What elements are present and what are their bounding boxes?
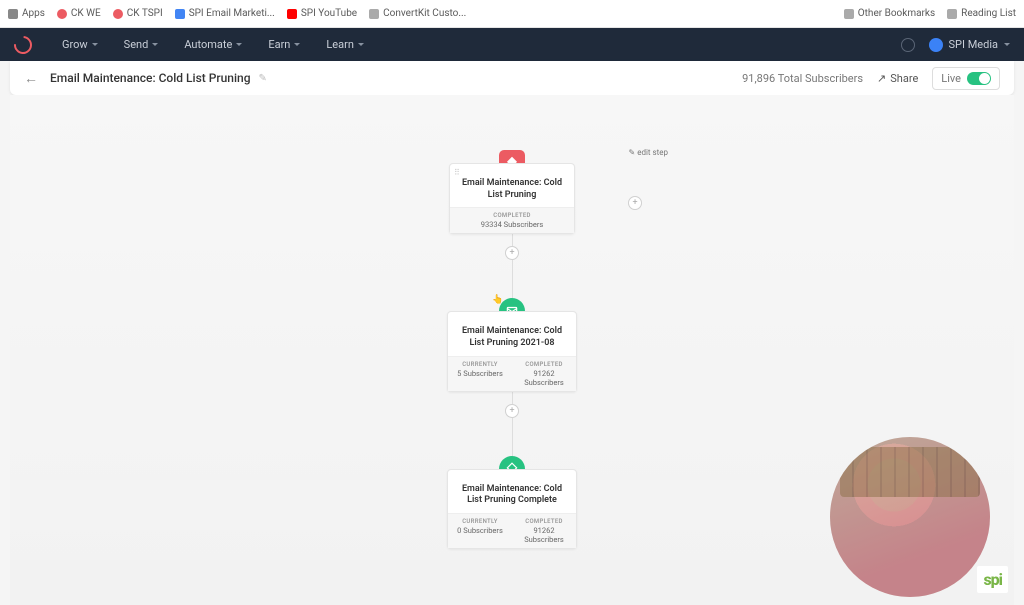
bookmark-spi-email[interactable]: SPI Email Marketi... xyxy=(175,8,275,19)
node-card[interactable]: ⠿ Email Maintenance: Cold List Pruning C… xyxy=(449,163,575,234)
total-subscribers: 91,896 Total Subscribers xyxy=(742,72,863,85)
bookmark-convertkit[interactable]: ConvertKit Custo... xyxy=(369,8,466,19)
apps-icon xyxy=(8,9,18,19)
live-label: Live xyxy=(941,72,961,85)
nav-send[interactable]: Send xyxy=(124,38,159,51)
nav-label: Automate xyxy=(184,38,232,51)
folder-icon xyxy=(844,9,854,19)
bookmark-left-group: Apps CK WE CK TSPI SPI Email Marketi... … xyxy=(8,8,844,19)
stat-value: 91262 Subscribers xyxy=(514,526,574,544)
nav-earn[interactable]: Earn xyxy=(268,38,300,51)
nav-learn[interactable]: Learn xyxy=(326,38,364,51)
stat-value: 93334 Subscribers xyxy=(452,220,572,229)
flow-connector xyxy=(512,418,513,456)
bookmark-apps[interactable]: Apps xyxy=(8,8,45,19)
drag-handle-icon[interactable]: ⠿ xyxy=(454,168,460,177)
bookmark-label: CK TSPI xyxy=(127,8,163,19)
nav-right: SPI Media xyxy=(901,38,1011,52)
user-name: SPI Media xyxy=(949,38,999,51)
add-step-button[interactable]: + xyxy=(505,246,519,260)
share-button[interactable]: ↗ Share xyxy=(877,72,918,85)
nav-grow[interactable]: Grow xyxy=(62,38,98,51)
stat-label: CURRENTLY xyxy=(450,361,510,368)
list-icon xyxy=(947,9,957,19)
bookmark-label: ConvertKit Custo... xyxy=(383,8,466,19)
add-step-button[interactable]: + xyxy=(505,404,519,418)
share-icon: ↗ xyxy=(877,72,886,85)
main-nav: Grow Send Automate Earn Learn SPI Media xyxy=(0,28,1024,61)
nav-label: Grow xyxy=(62,38,88,51)
live-toggle[interactable]: Live xyxy=(932,67,1000,90)
background-shelf xyxy=(840,447,980,497)
chevron-down-icon xyxy=(1004,43,1010,46)
chevron-down-icon xyxy=(236,43,242,46)
chevron-down-icon xyxy=(152,43,158,46)
flow-node-sequence[interactable]: Email Maintenance: Cold List Pruning 202… xyxy=(412,298,612,391)
user-avatar-icon xyxy=(929,38,943,52)
edit-step-label: edit step xyxy=(637,148,668,157)
help-icon[interactable] xyxy=(901,38,915,52)
chevron-down-icon xyxy=(92,43,98,46)
chevron-down-icon xyxy=(358,43,364,46)
automation-flow: ✎ edit step ⠿ Email Maintenance: Cold Li… xyxy=(412,150,612,549)
ck-icon xyxy=(57,9,67,19)
page-header: ← Email Maintenance: Cold List Pruning ✎… xyxy=(10,61,1014,95)
edit-title-icon[interactable]: ✎ xyxy=(259,73,267,84)
bookmark-spi-youtube[interactable]: SPI YouTube xyxy=(287,8,357,19)
nav-items: Grow Send Automate Earn Learn xyxy=(62,38,364,51)
presenter-webcam xyxy=(830,437,990,597)
stat-label: CURRENTLY xyxy=(450,518,510,525)
add-step-side-button[interactable]: + xyxy=(628,196,642,210)
bookmark-label: SPI Email Marketi... xyxy=(189,8,275,19)
bookmark-other[interactable]: Other Bookmarks xyxy=(844,8,935,19)
stat-label: COMPLETED xyxy=(514,361,574,368)
node-title: Email Maintenance: Cold List Pruning xyxy=(450,164,574,207)
stat-label: COMPLETED xyxy=(452,212,572,219)
flow-node-tag[interactable]: Email Maintenance: Cold List Pruning Com… xyxy=(412,456,612,549)
user-menu[interactable]: SPI Media xyxy=(929,38,1011,52)
doc-icon xyxy=(175,9,185,19)
node-title: Email Maintenance: Cold List Pruning Com… xyxy=(448,470,576,513)
bookmark-label: Other Bookmarks xyxy=(858,8,935,19)
ck-icon xyxy=(113,9,123,19)
edit-step-button[interactable]: ✎ edit step xyxy=(629,148,668,157)
flow-connector xyxy=(512,234,513,246)
bookmark-right-group: Other Bookmarks Reading List xyxy=(844,8,1016,19)
nav-label: Learn xyxy=(326,38,354,51)
chevron-down-icon xyxy=(294,43,300,46)
back-arrow-icon[interactable]: ← xyxy=(24,70,40,87)
automation-canvas[interactable]: ✎ edit step ⠿ Email Maintenance: Cold Li… xyxy=(10,95,1014,605)
flow-node-trigger[interactable]: ✎ edit step ⠿ Email Maintenance: Cold Li… xyxy=(412,150,612,234)
nav-label: Earn xyxy=(268,38,290,51)
nav-automate[interactable]: Automate xyxy=(184,38,242,51)
page-title: Email Maintenance: Cold List Pruning xyxy=(50,71,251,85)
node-card[interactable]: Email Maintenance: Cold List Pruning Com… xyxy=(447,469,577,549)
browser-bookmark-bar: Apps CK WE CK TSPI SPI Email Marketi... … xyxy=(0,0,1024,28)
spi-brand-badge: spi xyxy=(977,566,1008,593)
bookmark-ck-we[interactable]: CK WE xyxy=(57,8,101,19)
share-label: Share xyxy=(890,72,918,85)
flow-connector xyxy=(512,260,513,298)
bookmark-label: Reading List xyxy=(961,8,1016,19)
convertkit-logo-icon[interactable] xyxy=(10,32,35,57)
page-icon xyxy=(369,9,379,19)
bookmark-reading-list[interactable]: Reading List xyxy=(947,8,1016,19)
bookmark-label: SPI YouTube xyxy=(301,8,357,19)
youtube-icon xyxy=(287,9,297,19)
stat-value: 5 Subscribers xyxy=(450,369,510,378)
bookmark-label: CK WE xyxy=(71,8,101,19)
toggle-switch-icon xyxy=(967,72,991,85)
page-header-right: 91,896 Total Subscribers ↗ Share Live xyxy=(742,67,1000,90)
node-title: Email Maintenance: Cold List Pruning 202… xyxy=(448,312,576,355)
stat-value: 91262 Subscribers xyxy=(514,369,574,387)
node-card[interactable]: Email Maintenance: Cold List Pruning 202… xyxy=(447,311,577,391)
flow-connector xyxy=(512,392,513,404)
nav-label: Send xyxy=(124,38,149,51)
stat-label: COMPLETED xyxy=(514,518,574,525)
bookmark-ck-tspi[interactable]: CK TSPI xyxy=(113,8,163,19)
stat-value: 0 Subscribers xyxy=(450,526,510,535)
bookmark-label: Apps xyxy=(22,8,45,19)
